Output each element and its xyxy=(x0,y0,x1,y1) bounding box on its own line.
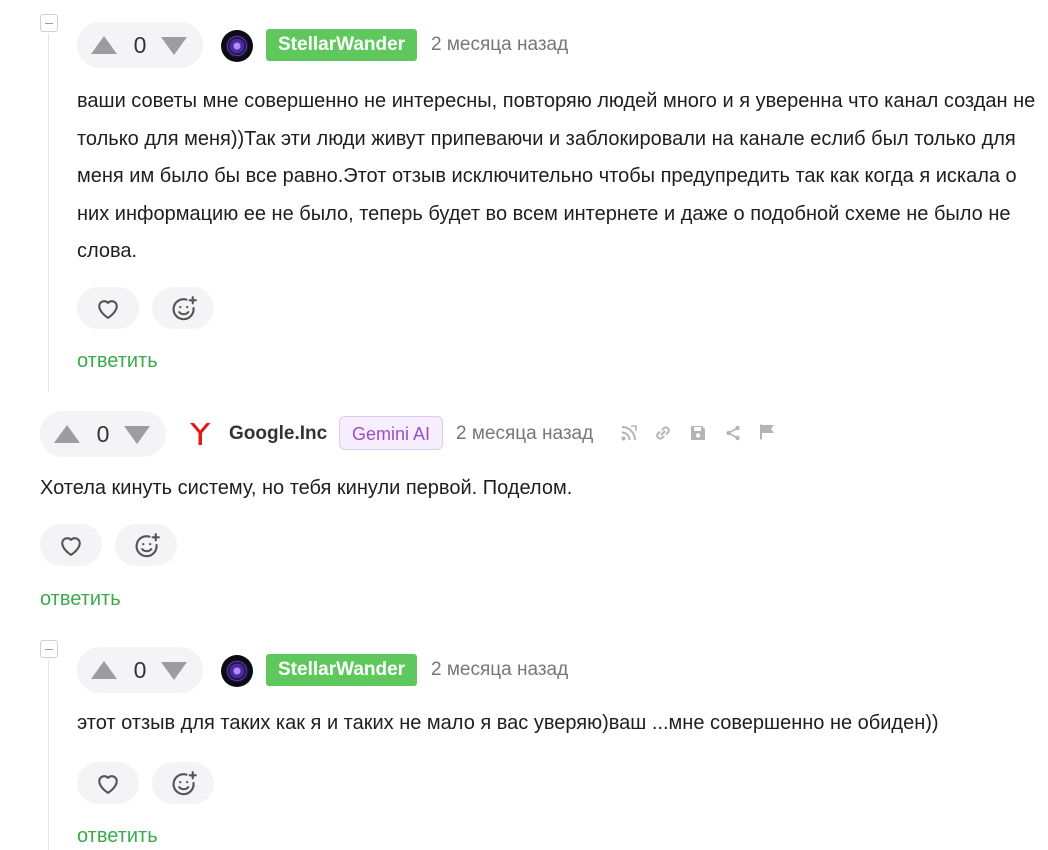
timestamp: 2 месяца назад xyxy=(431,34,569,55)
upvote-button[interactable] xyxy=(91,36,117,54)
yandex-logo-icon[interactable] xyxy=(185,419,215,449)
like-button[interactable] xyxy=(77,762,139,804)
downvote-button[interactable] xyxy=(161,37,187,55)
upvote-button[interactable] xyxy=(54,425,80,443)
reply-link[interactable]: ответить xyxy=(77,350,158,372)
vote-box: 0 xyxy=(40,411,166,457)
author-name[interactable]: StellarWander xyxy=(266,654,418,686)
collapse-thread-button[interactable] xyxy=(40,640,58,658)
vote-box: 0 xyxy=(77,647,203,693)
comment-text: Хотела кинуть систему, но тебя кинули пе… xyxy=(40,477,573,499)
add-reaction-button[interactable] xyxy=(152,762,214,804)
author-name[interactable]: Google.Inc xyxy=(229,423,327,445)
upvote-button[interactable] xyxy=(91,661,117,679)
heart-icon xyxy=(98,775,118,794)
rss-icon[interactable] xyxy=(620,424,638,442)
thread-line xyxy=(48,34,49,392)
vote-count: 0 xyxy=(133,32,147,58)
share-icon[interactable] xyxy=(724,424,742,442)
heart-icon xyxy=(61,537,81,556)
vote-count: 0 xyxy=(133,657,147,683)
add-reaction-icon xyxy=(172,771,197,796)
avatar[interactable] xyxy=(221,30,253,62)
reply-link[interactable]: ответить xyxy=(40,588,121,610)
collapse-thread-button[interactable] xyxy=(40,14,58,32)
author-badge[interactable]: Gemini AI xyxy=(339,416,444,450)
save-icon[interactable] xyxy=(689,424,707,442)
reply-link[interactable]: ответить xyxy=(77,825,158,847)
like-button[interactable] xyxy=(77,287,139,329)
vote-box: 0 xyxy=(77,22,203,68)
thread-line xyxy=(48,660,49,850)
link-icon[interactable] xyxy=(654,424,672,442)
flag-icon[interactable] xyxy=(758,423,776,441)
downvote-button[interactable] xyxy=(124,426,150,444)
like-button[interactable] xyxy=(40,524,102,566)
author-name[interactable]: StellarWander xyxy=(266,29,418,61)
add-reaction-icon xyxy=(172,296,197,321)
downvote-button[interactable] xyxy=(161,662,187,680)
add-reaction-button[interactable] xyxy=(152,287,214,329)
timestamp: 2 месяца назад xyxy=(431,659,569,680)
comment-text: этот отзыв для таких как я и таких не ма… xyxy=(77,712,939,734)
add-reaction-icon xyxy=(135,533,160,558)
add-reaction-button[interactable] xyxy=(115,524,177,566)
vote-count: 0 xyxy=(96,421,110,447)
comment-text: ваши советы мне совершенно не интересны,… xyxy=(77,90,1036,262)
avatar[interactable] xyxy=(221,655,253,687)
timestamp: 2 месяца назад xyxy=(456,423,594,444)
heart-icon xyxy=(98,300,118,319)
